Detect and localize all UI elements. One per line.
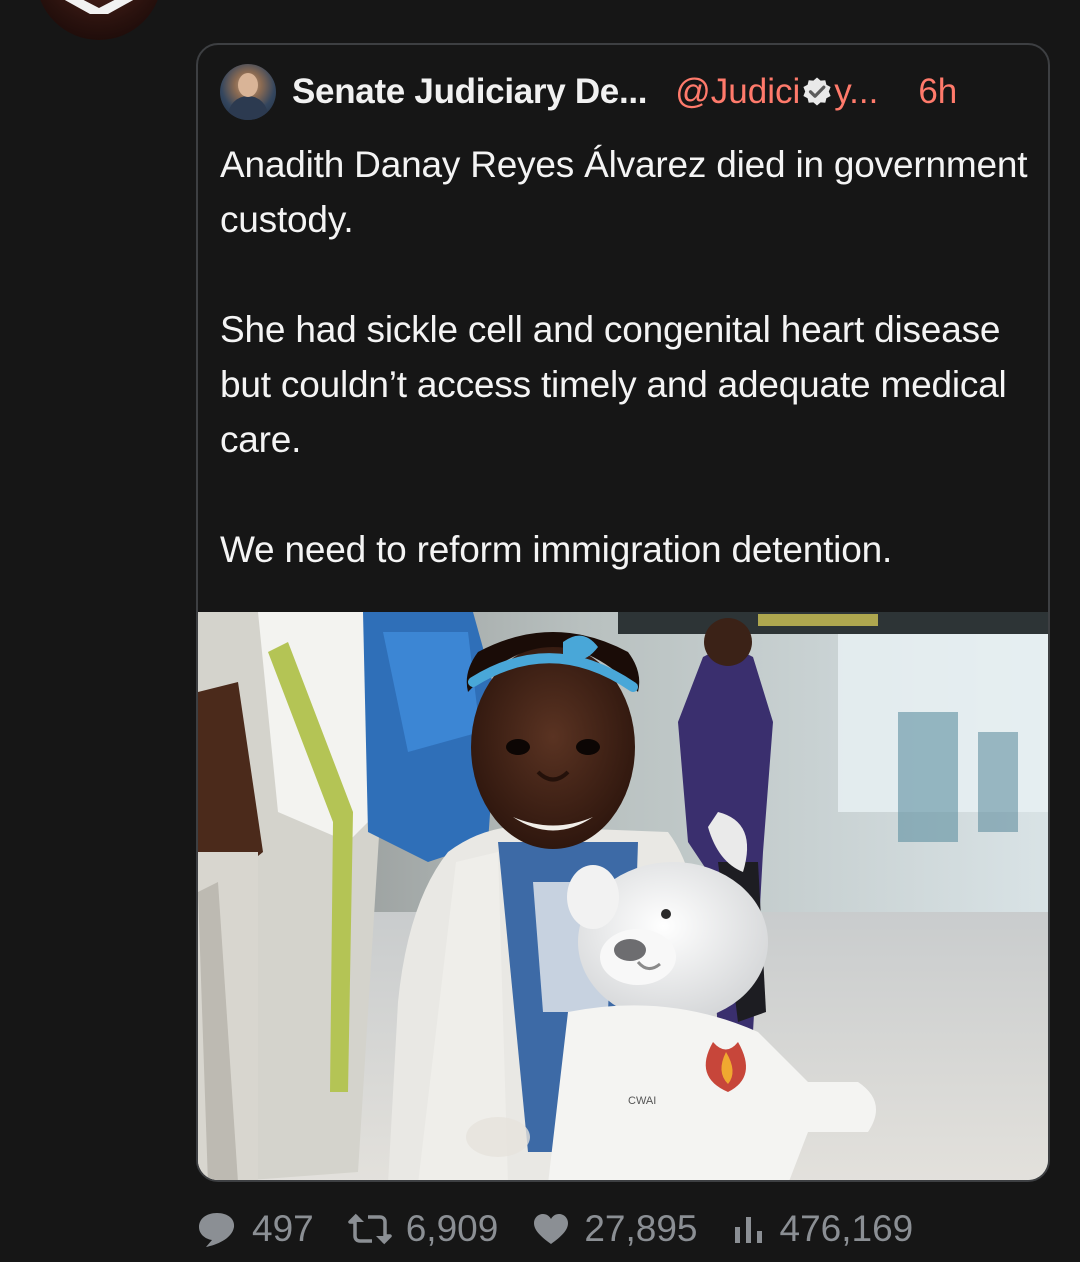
photo-illustration: CWAI xyxy=(198,612,1048,1180)
quoted-author-avatar[interactable] xyxy=(220,64,276,120)
quoted-author-name[interactable]: Senate Judiciary De... xyxy=(292,72,648,112)
handle-end: y... xyxy=(834,72,879,111)
author-avatar[interactable] xyxy=(36,0,162,40)
avatar-face xyxy=(238,73,258,97)
retweet-icon xyxy=(347,1213,392,1245)
quoted-tweet-card[interactable]: Senate Judiciary De... @Judici y... 6h A… xyxy=(196,43,1050,1182)
plush-label: CWAI xyxy=(628,1095,656,1107)
handle-start: @Judici xyxy=(675,72,801,111)
reply-icon xyxy=(199,1213,235,1247)
views-icon xyxy=(734,1217,762,1243)
like-button[interactable]: 27,895 xyxy=(532,1208,698,1250)
retweet-count: 6,909 xyxy=(405,1208,499,1249)
quoted-tweet-text: Anadith Danay Reyes Álvarez died in gove… xyxy=(220,144,1028,570)
tweet-photo[interactable]: CWAI xyxy=(198,612,1048,1180)
verified-badge-icon xyxy=(803,77,831,106)
avatar-suit xyxy=(228,96,268,120)
views-button[interactable]: 476,169 xyxy=(732,1208,914,1250)
reply-count: 497 xyxy=(252,1208,314,1249)
quoted-author-handle[interactable]: @Judici y... xyxy=(675,72,878,112)
like-count: 27,895 xyxy=(584,1208,698,1249)
quoted-tweet-header: Senate Judiciary De... @Judici y... 6h xyxy=(220,63,1028,121)
heart-icon xyxy=(534,1214,569,1244)
tweet-action-bar: 497 6,909 27,895 476,169 xyxy=(196,1200,913,1258)
retweet-button[interactable]: 6,909 xyxy=(347,1208,499,1250)
avatar-collar xyxy=(54,0,144,14)
reply-button[interactable]: 497 xyxy=(196,1208,314,1250)
quoted-tweet-time[interactable]: 6h xyxy=(918,72,957,112)
views-count: 476,169 xyxy=(779,1208,914,1249)
